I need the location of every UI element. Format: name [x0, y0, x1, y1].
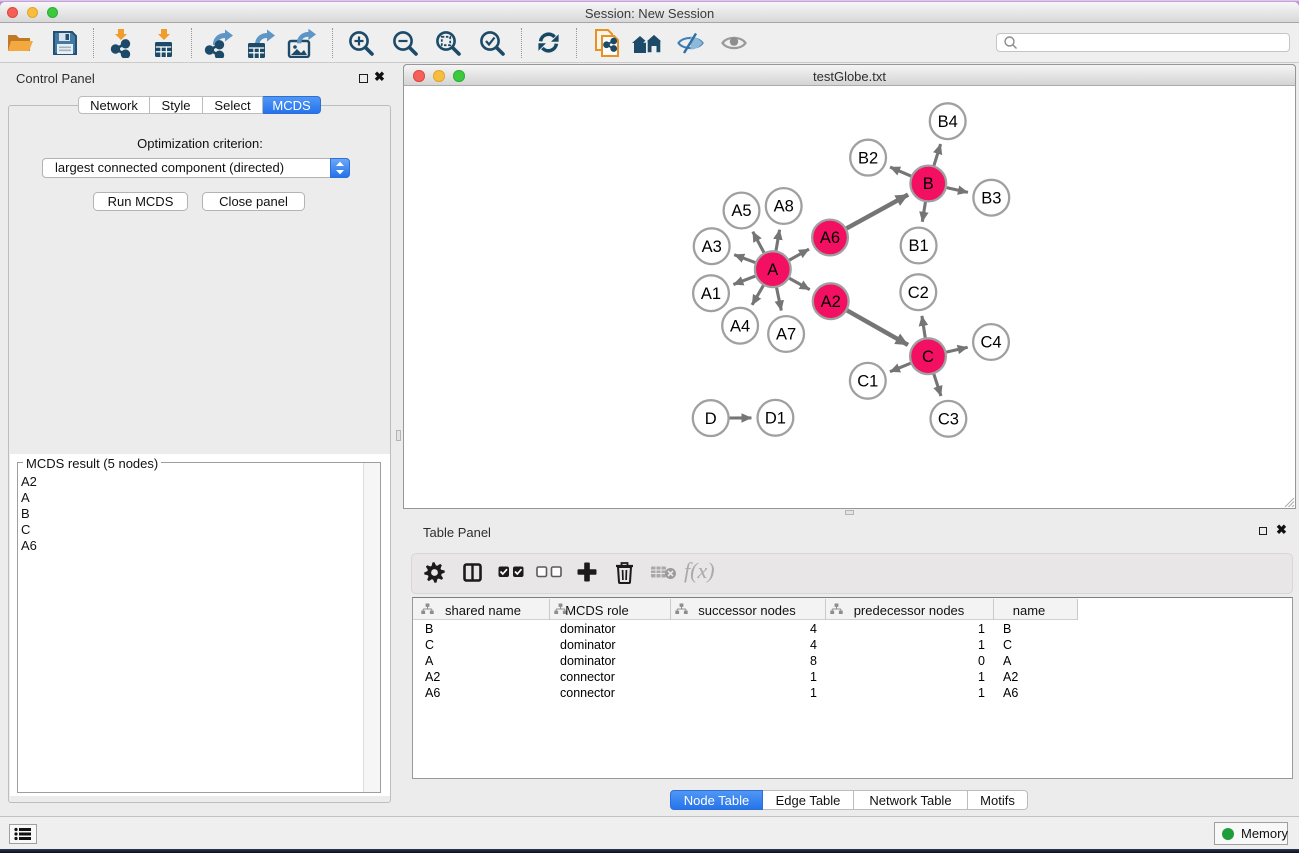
svg-text:A6: A6: [820, 229, 840, 247]
svg-text:B3: B3: [981, 189, 1001, 207]
svg-text:A2: A2: [821, 293, 841, 311]
svg-text:B1: B1: [909, 237, 929, 255]
svg-text:B2: B2: [858, 149, 878, 167]
svg-text:A5: A5: [731, 202, 751, 220]
svg-text:A3: A3: [702, 238, 722, 256]
svg-text:A8: A8: [774, 198, 794, 216]
svg-text:D1: D1: [765, 410, 786, 428]
svg-text:A4: A4: [730, 317, 750, 335]
svg-text:D: D: [705, 410, 717, 428]
svg-text:C3: C3: [938, 411, 959, 429]
svg-text:C1: C1: [857, 373, 878, 391]
svg-text:C4: C4: [980, 334, 1001, 352]
svg-text:A7: A7: [776, 326, 796, 344]
svg-text:C2: C2: [908, 284, 929, 302]
svg-text:B: B: [923, 175, 934, 193]
svg-text:A: A: [767, 261, 778, 279]
svg-text:B4: B4: [938, 113, 958, 131]
svg-text:C: C: [922, 348, 934, 366]
svg-text:A1: A1: [701, 285, 721, 303]
